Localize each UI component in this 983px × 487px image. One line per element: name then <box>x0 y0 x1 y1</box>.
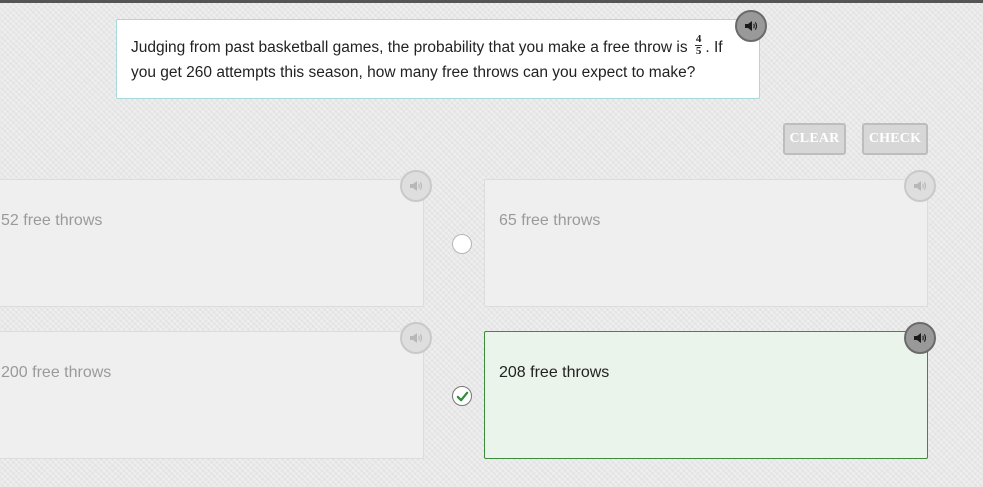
option-4-audio-button[interactable] <box>904 322 936 354</box>
clear-button[interactable]: CLEAR <box>783 123 846 155</box>
option-2-audio-button[interactable] <box>904 170 936 202</box>
top-bar <box>0 0 983 3</box>
option-card-4[interactable]: 208 free throws <box>484 331 928 459</box>
option-1-audio-button[interactable] <box>400 170 432 202</box>
option-label-1: 52 free throws <box>1 212 103 229</box>
question-audio-button[interactable] <box>735 10 767 42</box>
checkmark-icon <box>456 391 468 401</box>
option-label-2: 65 free throws <box>499 212 601 229</box>
check-button[interactable]: CHECK <box>862 123 928 155</box>
speaker-icon <box>745 21 758 31</box>
speaker-icon <box>914 333 927 343</box>
option-3-audio-button[interactable] <box>400 322 432 354</box>
fraction-denominator: 5 <box>695 45 702 58</box>
question-text-before: Judging from past basketball games, the … <box>131 39 688 56</box>
option-radio-4[interactable] <box>452 386 472 406</box>
question-box: Judging from past basketball games, the … <box>116 19 760 99</box>
speaker-icon <box>914 181 927 191</box>
option-card-3[interactable]: 200 free throws <box>0 331 424 459</box>
speaker-icon <box>410 333 423 343</box>
probability-fraction: 4 5 <box>694 34 703 58</box>
option-card-2[interactable]: 65 free throws <box>484 179 928 307</box>
option-label-3: 200 free throws <box>1 364 112 381</box>
option-radio-2[interactable] <box>452 234 472 254</box>
option-label-4: 208 free throws <box>499 364 610 381</box>
speaker-icon <box>410 181 423 191</box>
option-card-1[interactable]: 52 free throws <box>0 179 424 307</box>
